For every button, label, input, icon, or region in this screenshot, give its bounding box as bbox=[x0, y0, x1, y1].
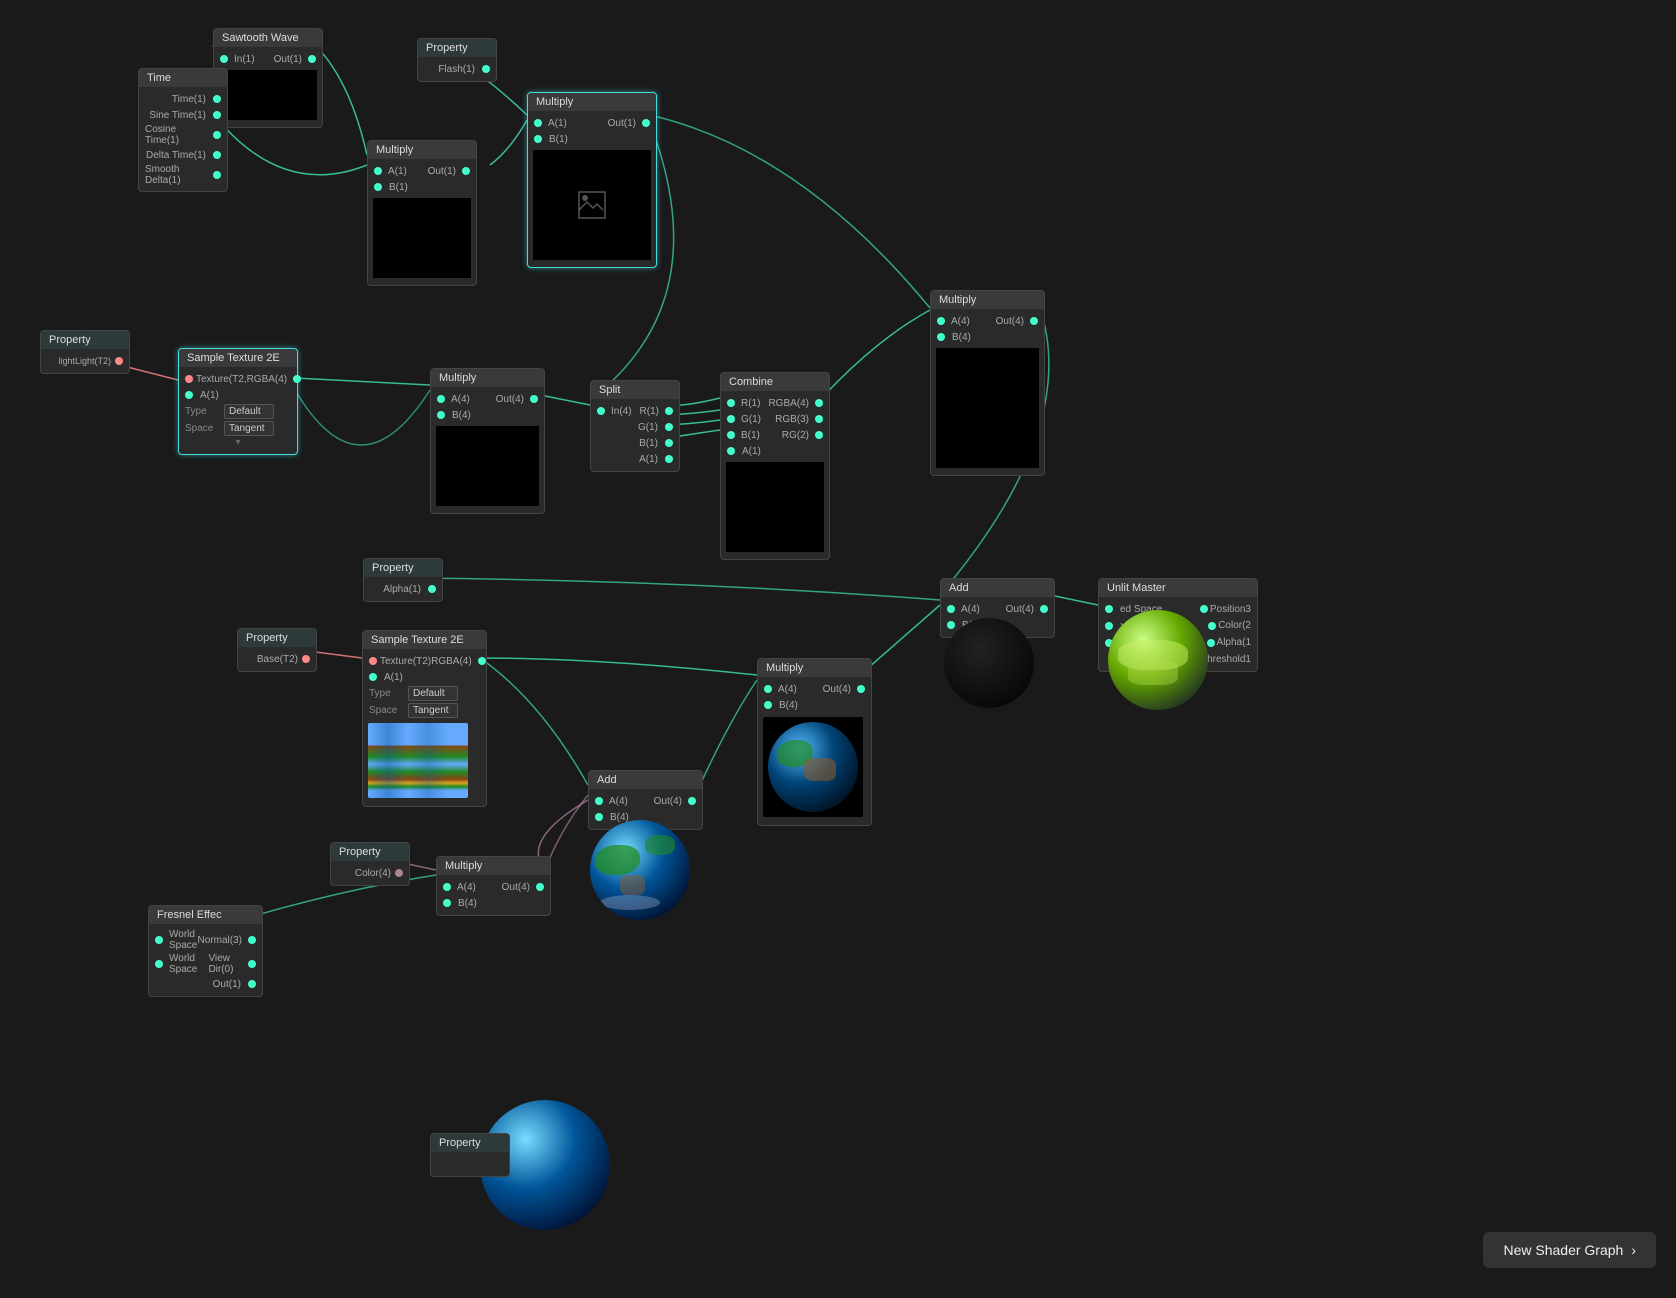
shader-graph-canvas[interactable]: Sawtooth Wave In(1) Out(1) Time Time(1) … bbox=[0, 0, 1676, 1298]
time-out-port[interactable] bbox=[213, 95, 221, 103]
unlit-master-title: Unlit Master bbox=[1099, 579, 1257, 597]
new-shader-graph-panel[interactable]: New Shader Graph › bbox=[1483, 1232, 1656, 1268]
multiply-bottom-node[interactable]: Multiply A(4) Out(4) B(4) bbox=[757, 658, 872, 826]
property-flash-node[interactable]: Property Flash(1) bbox=[417, 38, 497, 82]
property-base-title: Property bbox=[238, 629, 316, 647]
time-title: Time bbox=[139, 69, 227, 87]
multiply-selected-node[interactable]: Multiply A(1) Out(1) B(1) bbox=[527, 92, 657, 268]
globe-preview-multiply-bottom bbox=[763, 717, 863, 817]
world-map-preview bbox=[368, 723, 468, 798]
sawtooth-wave-title: Sawtooth Wave bbox=[214, 29, 322, 47]
multiply-mid-title: Multiply bbox=[431, 369, 544, 387]
multiply-mid-preview bbox=[436, 426, 539, 506]
new-shader-graph-label: New Shader Graph bbox=[1503, 1242, 1623, 1258]
add-bottom-title: Add bbox=[589, 771, 702, 789]
multiply-top-title: Multiply bbox=[368, 141, 476, 159]
multiply-lowest-node[interactable]: Multiply A(4) Out(4) B(4) bbox=[436, 856, 551, 916]
globe-display-add-bottom bbox=[590, 820, 690, 920]
sample-texture-top-node[interactable]: Sample Texture 2E Texture(T2, RGBA(4) A(… bbox=[178, 348, 298, 455]
property-alpha-node[interactable]: Property Alpha(1) bbox=[363, 558, 443, 602]
property-bottom-node[interactable]: Property bbox=[430, 1133, 510, 1177]
property-alpha-title: Property bbox=[364, 559, 442, 577]
property-base-node[interactable]: Property Base(T2) bbox=[237, 628, 317, 672]
property-light-out-port[interactable] bbox=[115, 357, 123, 365]
multiply-right-title: Multiply bbox=[931, 291, 1044, 309]
time-node[interactable]: Time Time(1) Sine Time(1) Cosine Time(1)… bbox=[138, 68, 228, 192]
property-flash-title: Property bbox=[418, 39, 496, 57]
green-globe-preview bbox=[1108, 610, 1208, 710]
fresnel-node[interactable]: Fresnel Effec World Space Normal(3) Worl… bbox=[148, 905, 263, 997]
multiply-mid-node[interactable]: Multiply A(4) Out(4) B(4) bbox=[430, 368, 545, 514]
dark-globe-preview bbox=[944, 618, 1034, 708]
property-light-node[interactable]: Property lightLight(T2) bbox=[40, 330, 130, 374]
sawtooth-out-label: Out(1) bbox=[274, 54, 302, 65]
sample-texture-top-title: Sample Texture 2E bbox=[179, 349, 297, 367]
sample-texture-bottom-node[interactable]: Sample Texture 2E Texture(T2) RGBA(4) A(… bbox=[362, 630, 487, 807]
multiply-top-node[interactable]: Multiply A(1) Out(1) B(1) bbox=[367, 140, 477, 286]
property-light-title: Property bbox=[41, 331, 129, 349]
fresnel-title: Fresnel Effec bbox=[149, 906, 262, 924]
multiply-selected-title: Multiply bbox=[528, 93, 656, 111]
multiply-bottom-title: Multiply bbox=[758, 659, 871, 677]
multiply-selected-preview bbox=[533, 150, 651, 260]
combine-title: Combine bbox=[721, 373, 829, 391]
chevron-right-icon: › bbox=[1631, 1242, 1636, 1258]
add-mid-title: Add bbox=[941, 579, 1054, 597]
sawtooth-preview bbox=[219, 70, 317, 120]
property-color-title: Property bbox=[331, 843, 409, 861]
sawtooth-out-port[interactable] bbox=[308, 55, 316, 63]
sample-texture-top-dropdown[interactable]: ▾ bbox=[179, 437, 297, 450]
multiply-right-preview bbox=[936, 348, 1039, 468]
sawtooth-in-port[interactable] bbox=[220, 55, 228, 63]
split-title: Split bbox=[591, 381, 679, 399]
multiply-lowest-title: Multiply bbox=[437, 857, 550, 875]
property-color-node[interactable]: Property Color(4) bbox=[330, 842, 410, 886]
multiply-top-preview bbox=[373, 198, 471, 278]
sample-texture-bottom-title: Sample Texture 2E bbox=[363, 631, 486, 649]
image-placeholder-icon bbox=[577, 190, 607, 220]
multiply-right-node[interactable]: Multiply A(4) Out(4) B(4) bbox=[930, 290, 1045, 476]
combine-node[interactable]: Combine R(1) RGBA(4) G(1) RGB(3) bbox=[720, 372, 830, 560]
sawtooth-in-label: In(1) bbox=[234, 54, 255, 65]
combine-preview bbox=[726, 462, 824, 552]
split-node[interactable]: Split In(4) R(1) G(1) B(1) A(1) bbox=[590, 380, 680, 472]
sawtooth-wave-node[interactable]: Sawtooth Wave In(1) Out(1) bbox=[213, 28, 323, 128]
property-bottom-title: Property bbox=[431, 1134, 509, 1152]
